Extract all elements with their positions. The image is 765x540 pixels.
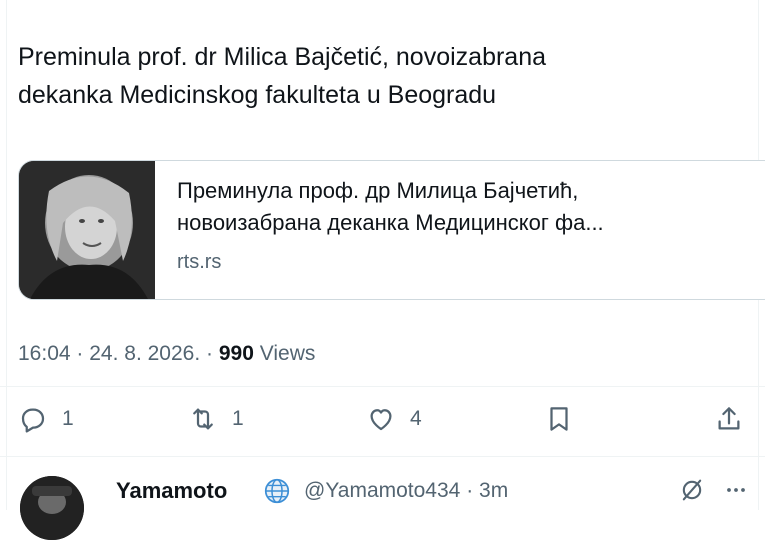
bookmark-icon <box>550 407 568 431</box>
retweet-button[interactable]: 1 <box>188 396 244 442</box>
tweet-meta: 16:04 · 24. 8. 2026. · 990 Views <box>18 342 315 366</box>
meta-separator: · <box>76 342 90 365</box>
tweet-text: Preminula prof. dr Milica Bajčetić, novo… <box>18 38 738 114</box>
retweet-icon <box>193 408 213 430</box>
card-domain: rts.rs <box>177 251 222 273</box>
meta-separator: · <box>206 342 219 365</box>
share-icon <box>718 407 740 430</box>
reply-time[interactable]: 3m <box>479 479 508 502</box>
tweet-text-line-1: Preminula prof. dr Milica Bajčetić, novo… <box>18 43 547 71</box>
heart-icon <box>370 409 392 431</box>
reply-count: 1 <box>62 407 74 430</box>
retweet-count: 1 <box>232 407 244 430</box>
meta-separator: · <box>466 479 474 502</box>
avatar[interactable] <box>20 476 84 540</box>
reply-author-handle[interactable]: @Yamamoto434 <box>304 479 460 502</box>
card-title-line-1: Преминула проф. др Милица Бајчетић, <box>177 178 579 203</box>
card-title-line-2: новоизабрана деканка Медицинског фа... <box>177 210 604 235</box>
tweet-date[interactable]: 24. 8. 2026. <box>89 342 200 365</box>
reply-button[interactable]: 1 <box>18 396 74 442</box>
views-count: 990 <box>218 342 254 365</box>
tweet-text-line-2: dekanka Medicinskog fakulteta u Beogradu <box>18 81 497 109</box>
divider <box>0 386 765 387</box>
card-thumbnail-image <box>19 161 155 299</box>
card-thumbnail-portrait <box>19 161 155 299</box>
divider <box>0 456 765 457</box>
avatar-image <box>20 476 84 540</box>
card-body: Преминула проф. др Милица Бајчетић, ново… <box>155 161 604 299</box>
share-button[interactable] <box>714 396 744 442</box>
like-button[interactable]: 4 <box>366 396 422 442</box>
tweet-time[interactable]: 16:04 <box>18 342 71 365</box>
reply-icon <box>21 408 45 433</box>
link-preview-card[interactable]: Преминула проф. др Милица Бајчетић, ново… <box>18 160 765 300</box>
reply-author-name[interactable]: Yamamoto <box>116 478 227 504</box>
reply-tweet[interactable]: Yamamoto @Yamamoto434 · 3m <box>0 462 765 540</box>
grok-icon[interactable] <box>678 476 706 504</box>
reply-handle-time: @Yamamoto434 · 3m <box>304 479 508 503</box>
more-icon[interactable] <box>722 476 750 504</box>
bookmark-button[interactable] <box>544 396 574 442</box>
like-count: 4 <box>410 407 422 430</box>
tweet-actions: 1 1 4 <box>0 396 765 442</box>
views-label: Views <box>259 342 316 365</box>
globe-icon <box>264 478 290 504</box>
